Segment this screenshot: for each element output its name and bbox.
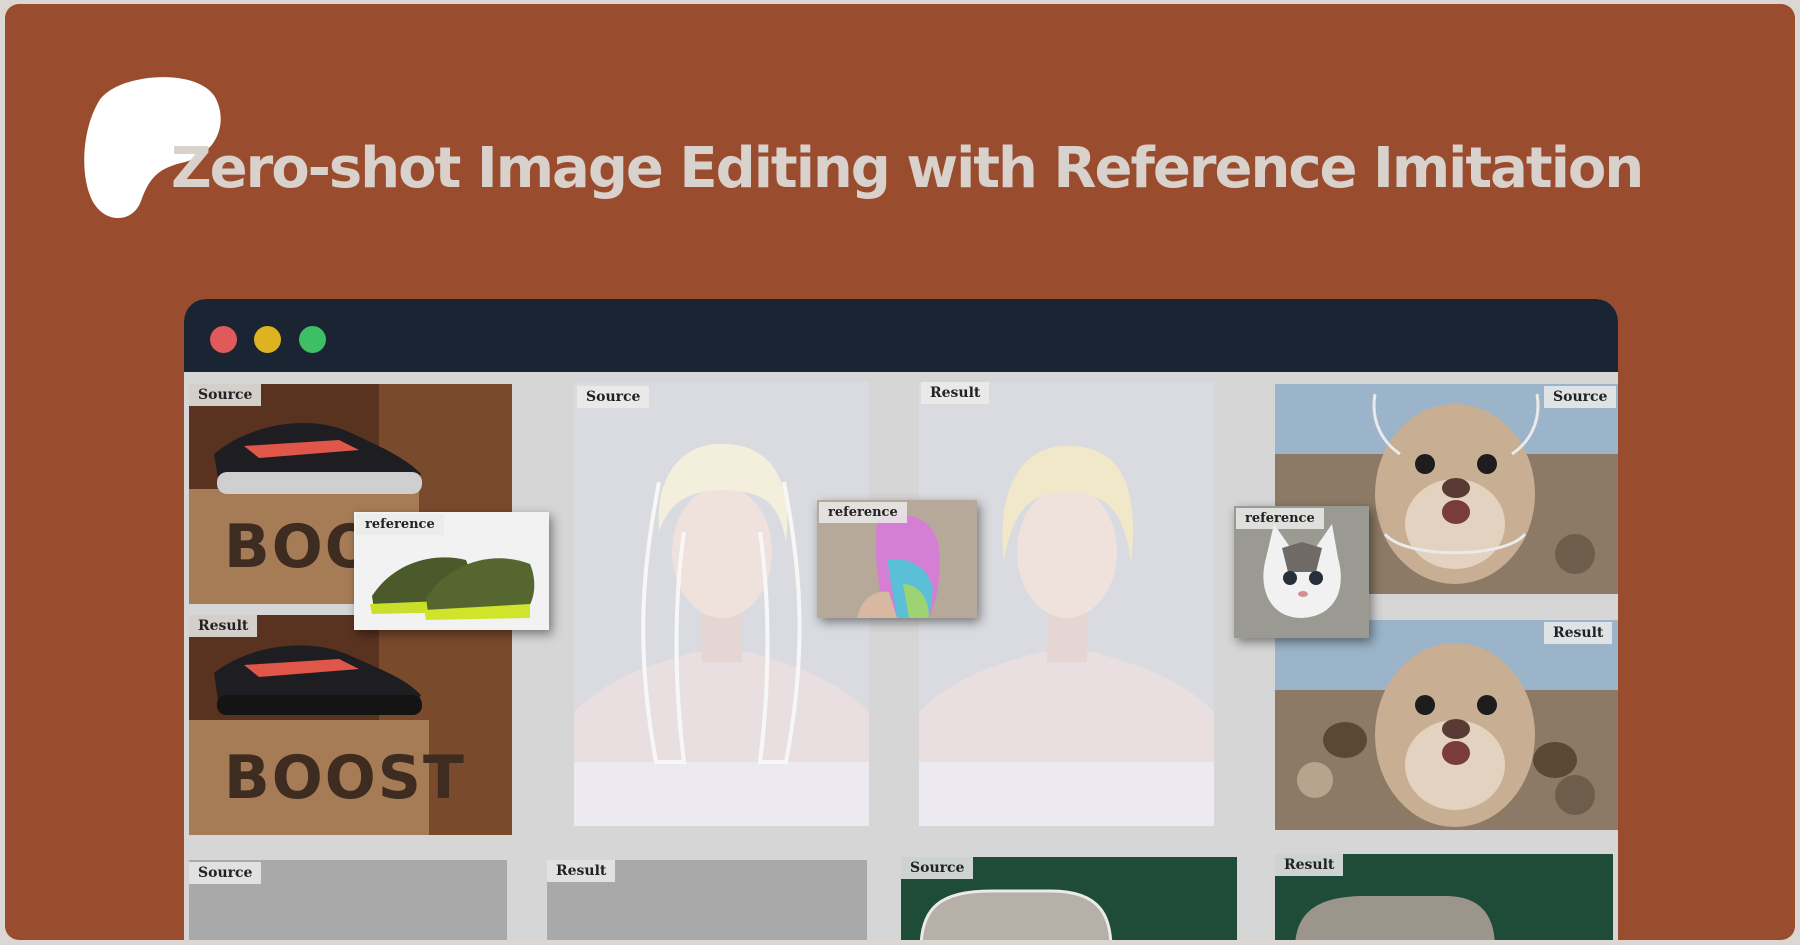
portrait-result-tag: Result	[921, 382, 990, 404]
minimize-dot[interactable]	[254, 326, 281, 353]
otter-result-tag: Result	[1544, 622, 1613, 644]
otter-source-tag: Source	[1544, 386, 1617, 408]
bottom-result-2-tag: Result	[1275, 854, 1344, 876]
bottom-source-2-tag: Source	[901, 857, 974, 879]
otter-result-image	[1275, 620, 1618, 830]
maximize-dot[interactable]	[299, 326, 326, 353]
gallery-content: BOOST Source BOOST Result reference Sour…	[184, 372, 1618, 940]
browser-window: BOOST Source BOOST Result reference Sour…	[184, 299, 1618, 940]
close-dot[interactable]	[210, 326, 237, 353]
sneaker-result-box-text: BOOST	[224, 743, 466, 813]
portrait-reference-tag: reference	[819, 502, 907, 523]
bottom-result-1-tag: Result	[547, 860, 616, 882]
sneaker-result-image: BOOST	[189, 615, 512, 835]
otter-reference-tag: reference	[1236, 508, 1324, 529]
otter-result-picture	[1275, 620, 1618, 830]
window-titlebar	[184, 299, 1618, 372]
page-title: Zero-shot Image Editing with Reference I…	[171, 136, 1644, 201]
sneaker-result-tag: Result	[189, 615, 258, 637]
bottom-source-1-tag: Source	[189, 862, 262, 884]
sneaker-reference-tag: reference	[356, 514, 444, 535]
portrait-source-tag: Source	[577, 386, 650, 408]
banner-card: Zero-shot Image Editing with Reference I…	[5, 4, 1795, 940]
sneaker-source-tag: Source	[189, 384, 262, 406]
